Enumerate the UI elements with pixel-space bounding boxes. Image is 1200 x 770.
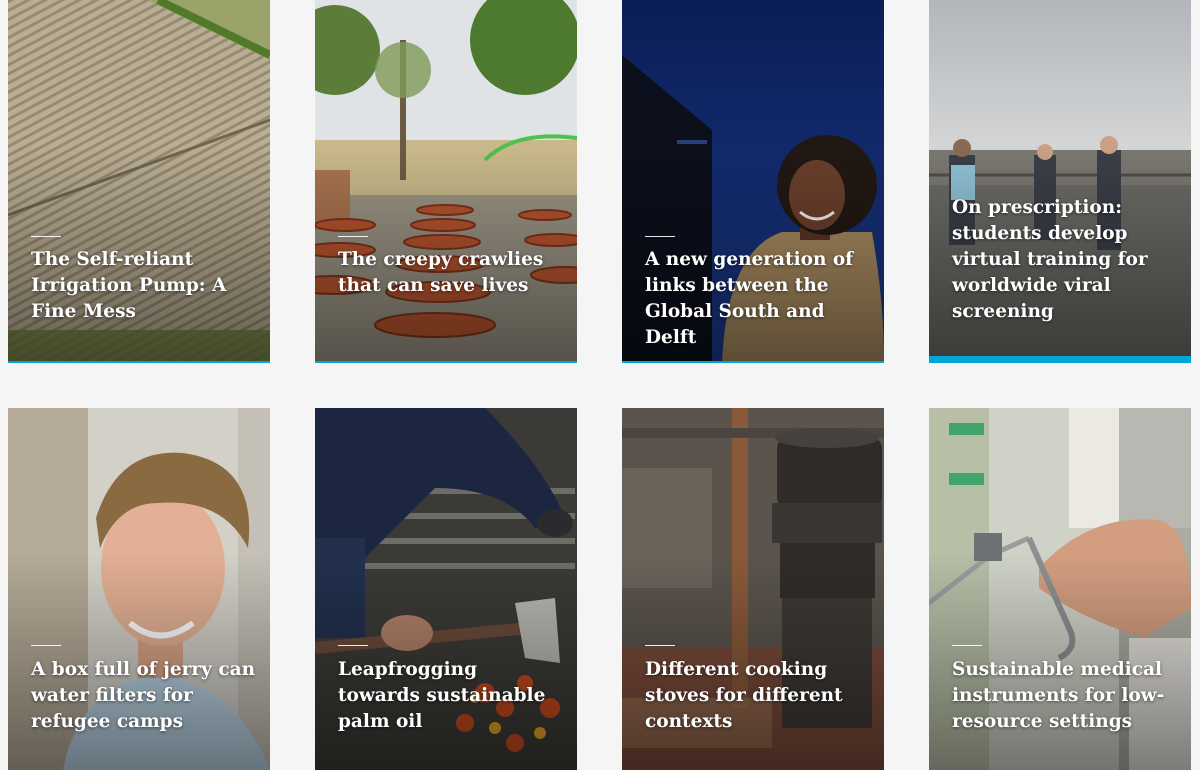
article-card-grid: The Self-reliant Irrigation Pump: A Fine… [0, 0, 1200, 770]
card-title: On prescription: students develop virtua… [952, 197, 1148, 322]
article-card-medical-instruments[interactable]: Sustainable medical instruments for low-… [929, 408, 1191, 770]
title-divider [645, 236, 675, 237]
article-card-palm-oil[interactable]: Leapfrogging towards sustainable palm oi… [315, 408, 577, 770]
article-card-virtual-training[interactable]: On prescription: students develop virtua… [929, 0, 1191, 363]
article-card-global-south[interactable]: A new generation of links between the Gl… [622, 0, 884, 363]
article-card-irrigation-pump[interactable]: The Self-reliant Irrigation Pump: A Fine… [8, 0, 270, 363]
card-title: Different cooking stoves for different c… [645, 659, 843, 732]
card-accent-bar [929, 356, 1191, 363]
article-card-cooking-stoves[interactable]: Different cooking stoves for different c… [622, 408, 884, 770]
card-title: The Self-reliant Irrigation Pump: A Fine… [31, 249, 227, 322]
title-divider [645, 645, 675, 646]
card-title: Leapfrogging towards sustainable palm oi… [338, 659, 546, 732]
title-divider [31, 645, 61, 646]
card-title: A box full of jerry can water filters fo… [31, 659, 256, 732]
card-title: The creepy crawlies that can save lives [338, 249, 544, 296]
card-accent-bar [315, 361, 577, 363]
article-card-creepy-crawlies[interactable]: The creepy crawlies that can save lives [315, 0, 577, 363]
title-divider [338, 645, 368, 646]
card-title: A new generation of links between the Gl… [645, 249, 854, 348]
card-accent-bar [8, 361, 270, 363]
card-accent-bar [622, 361, 884, 363]
title-divider [952, 645, 982, 646]
article-card-jerry-can-filters[interactable]: A box full of jerry can water filters fo… [8, 408, 270, 770]
title-divider [31, 236, 61, 237]
card-title: Sustainable medical instruments for low-… [952, 659, 1165, 732]
title-divider [338, 236, 368, 237]
